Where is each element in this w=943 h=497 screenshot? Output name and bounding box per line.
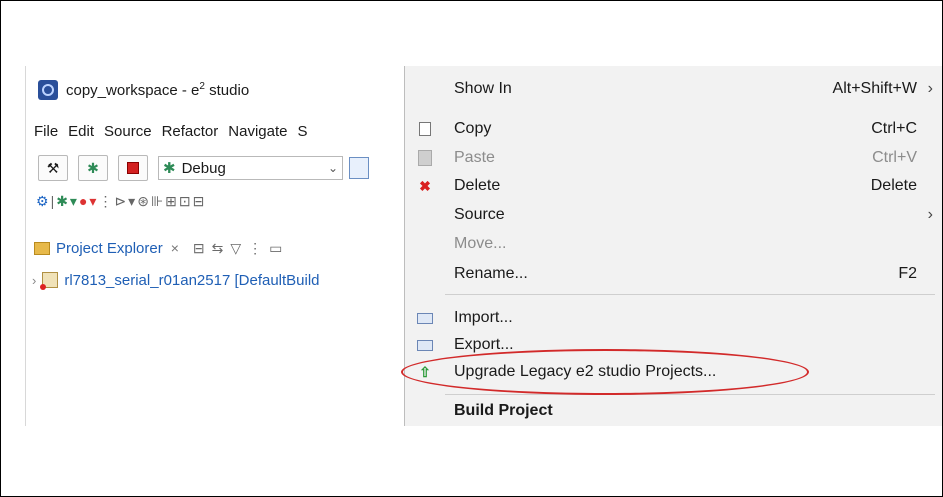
debug-dropdown-icon[interactable]: ✱▾ bbox=[56, 193, 79, 210]
title-bar: copy_workspace - e2 studio bbox=[26, 66, 406, 114]
chevron-right-icon: › bbox=[927, 80, 933, 97]
menu-navigate[interactable]: Navigate bbox=[228, 123, 287, 140]
stop-icon bbox=[127, 162, 139, 174]
menu-separator bbox=[445, 294, 935, 295]
menu-item-build-project[interactable]: Build Project bbox=[405, 396, 942, 426]
export-icon bbox=[417, 337, 433, 353]
menu-separator bbox=[445, 394, 935, 395]
chevron-right-icon[interactable]: › bbox=[32, 273, 36, 288]
tool-icon[interactable]: ⚙ bbox=[36, 193, 51, 210]
delete-icon: ✖ bbox=[419, 177, 431, 194]
menu-item-copy[interactable]: Copy Ctrl+C bbox=[405, 114, 942, 144]
hammer-icon: ⚒ bbox=[46, 159, 60, 176]
menu-edit[interactable]: Edit bbox=[68, 123, 94, 140]
window-title: copy_workspace - e2 studio bbox=[66, 81, 250, 99]
menu-bar: File Edit Source Refactor Navigate S bbox=[26, 116, 307, 146]
cropped-top-text bbox=[10, 0, 670, 8]
launch-config-select[interactable]: ✱ Debug ⌄ bbox=[158, 156, 343, 180]
context-menu: Show In Alt+Shift+W › Copy Ctrl+C Paste … bbox=[404, 66, 942, 426]
build-hammer-button[interactable]: ⚒ bbox=[38, 155, 68, 181]
main-toolbar: ⚒ ✱ ✱ Debug ⌄ bbox=[38, 154, 369, 182]
project-label: rl7813_serial_r01an2517 [DefaultBuild bbox=[64, 271, 320, 289]
menu-file[interactable]: File bbox=[34, 123, 58, 140]
tab-label: Project Explorer bbox=[56, 239, 163, 257]
view-toolbar-icons[interactable]: ⊟⇆▽⋮▭ bbox=[193, 240, 289, 257]
close-icon[interactable]: × bbox=[171, 240, 179, 256]
step-tools-icon[interactable]: ⋮⊳▾⊛⊪⊞⊡⊟ bbox=[98, 193, 206, 210]
project-icon bbox=[40, 272, 59, 290]
project-tree-item[interactable]: › rl7813_serial_r01an2517 [DefaultBuild bbox=[28, 268, 406, 292]
menu-item-move[interactable]: Move... bbox=[405, 229, 942, 259]
paste-icon bbox=[417, 150, 433, 166]
menu-item-upgrade-legacy-projects[interactable]: ⇧ Upgrade Legacy e2 studio Projects... bbox=[405, 357, 942, 387]
menu-source[interactable]: Source bbox=[104, 123, 152, 140]
menu-item-paste[interactable]: Paste Ctrl+V bbox=[405, 143, 942, 173]
chevron-right-icon: › bbox=[927, 206, 933, 223]
bug-icon: ✱ bbox=[87, 159, 99, 176]
bug-icon: ✱ bbox=[163, 160, 176, 177]
menu-item-import[interactable]: Import... bbox=[405, 303, 942, 333]
launch-config-edit-button[interactable] bbox=[349, 157, 369, 179]
menu-item-show-in[interactable]: Show In Alt+Shift+W › bbox=[405, 74, 942, 104]
menu-item-source[interactable]: Source › bbox=[405, 200, 942, 230]
run-dropdown-icon[interactable]: ●▾ bbox=[79, 193, 98, 210]
copy-icon bbox=[416, 120, 433, 137]
upgrade-arrow-icon: ⇧ bbox=[419, 363, 431, 380]
debug-button[interactable]: ✱ bbox=[78, 155, 108, 181]
e2studio-app-icon bbox=[38, 80, 58, 100]
stop-button[interactable] bbox=[118, 155, 148, 181]
menu-item-export[interactable]: Export... bbox=[405, 330, 942, 360]
import-icon bbox=[417, 310, 433, 326]
menu-item-delete[interactable]: ✖ Delete Delete bbox=[405, 171, 942, 201]
secondary-toolbar: ⚙ | ✱▾ ●▾ ⋮⊳▾⊛⊪⊞⊡⊟ bbox=[36, 190, 206, 212]
menu-search-truncated[interactable]: S bbox=[297, 123, 307, 140]
menu-refactor[interactable]: Refactor bbox=[162, 123, 219, 140]
tab-project-explorer[interactable]: Project Explorer × ⊟⇆▽⋮▭ bbox=[26, 236, 406, 260]
ide-window: copy_workspace - e2 studio File Edit Sou… bbox=[25, 66, 406, 426]
launch-config-value: Debug bbox=[181, 159, 226, 177]
chevron-down-icon: ⌄ bbox=[327, 161, 338, 175]
menu-item-rename[interactable]: Rename... F2 bbox=[405, 259, 942, 289]
folder-icon bbox=[34, 241, 50, 255]
